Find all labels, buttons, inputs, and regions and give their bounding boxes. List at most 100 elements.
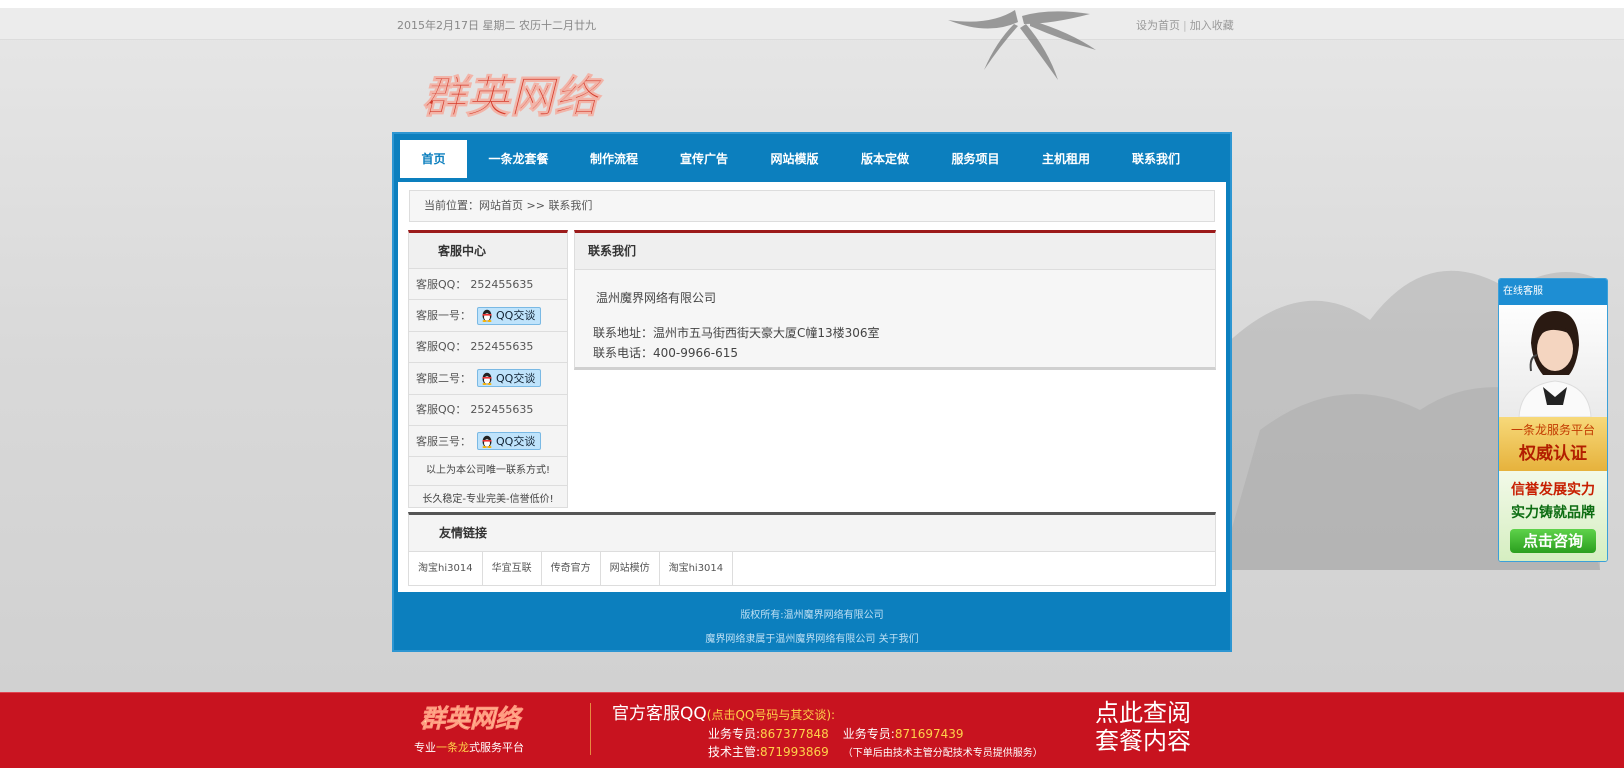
breadcrumb-separator: >>	[523, 199, 549, 212]
agent-avatar-icon	[1518, 311, 1592, 418]
tech-lead-row: 技术主管:871993869 （下单后由技术主管分配技术专员提供服务）	[708, 743, 1043, 760]
content-area: 当前位置：网站首页 >> 联系我们 客服中心 客服QQ： 252455635 客…	[398, 182, 1226, 592]
service-promo: 信誉发展实力 实力铸就品牌 点击咨询	[1499, 471, 1607, 561]
view-packages-link[interactable]: 点此查阅 套餐内容	[1095, 699, 1191, 755]
bottom-logo-text: 群英网络	[420, 704, 524, 733]
cta-line2: 套餐内容	[1095, 727, 1191, 755]
set-home-link[interactable]: 设为首页	[1136, 19, 1180, 32]
service-qq-row: 客服QQ： 252455635	[409, 269, 567, 301]
online-service-widget[interactable]: 在线客服 一条龙服务平台 权威认证 信誉发展实力 实力铸就品牌 点击咨询	[1498, 278, 1608, 562]
qq-penguin-icon	[482, 372, 492, 385]
slogan-prefix: 专业	[414, 741, 436, 754]
friend-link[interactable]: 淘宝hi3014	[660, 552, 734, 586]
qq-chat-label: QQ交谈	[496, 434, 536, 448]
service-qq-row: 客服QQ： 252455635	[409, 395, 567, 426]
qq-chat-label: QQ交谈	[496, 371, 536, 385]
qq-chat-button[interactable]: QQ交谈	[477, 306, 542, 325]
service-qq-label: 客服QQ：	[416, 403, 467, 417]
qq-penguin-icon	[482, 309, 492, 323]
official-qq-title: 官方客服QQ(点击QQ号码与其交谈):	[612, 699, 835, 724]
consult-button[interactable]: 点击咨询	[1510, 529, 1596, 553]
cta-line1: 点此查阅	[1095, 699, 1191, 727]
qq-penguin-icon	[482, 435, 492, 448]
qq-chat-button[interactable]: QQ交谈	[477, 432, 542, 451]
breadcrumb: 当前位置：网站首页 >> 联系我们	[409, 190, 1215, 222]
nav-item-custom[interactable]: 版本定做	[839, 140, 931, 178]
service-agent-photo	[1499, 305, 1607, 418]
site-logo: 群英网络	[422, 72, 605, 124]
contact-panel: 联系我们 温州魔界网络有限公司 联系地址：温州市五马街西街天豪大厦C幢13楼30…	[574, 230, 1216, 370]
contact-panel-title: 联系我们	[575, 233, 1215, 270]
service-promo-line1: 信誉发展实力	[1511, 482, 1595, 498]
bamboo-decoration	[948, 10, 1096, 80]
friend-link[interactable]: 网站模仿	[601, 552, 660, 586]
nav-item-package[interactable]: 一条龙套餐	[467, 140, 570, 178]
company-address: 联系地址：温州市五马街西街天豪大厦C幢13楼306室	[593, 326, 880, 340]
friend-links-title: 友情链接	[409, 515, 1215, 552]
service-agent-row: 客服二号： QQ交谈	[409, 363, 567, 395]
nav-item-hosting[interactable]: 主机租用	[1020, 140, 1112, 178]
service-badge-line2: 权威认证	[1519, 444, 1587, 464]
bottom-logo: 群英网络	[420, 704, 525, 734]
service-badge-line1: 一条龙服务平台	[1510, 423, 1595, 437]
bottom-divider	[590, 703, 591, 755]
friend-link[interactable]: 传奇官方	[542, 552, 601, 586]
rep2-qq-link[interactable]: 871697439	[895, 727, 964, 741]
link-separator: |	[1183, 19, 1187, 32]
bottom-service-bar: 群英网络 专业一条龙式服务平台 官方客服QQ(点击QQ号码与其交谈): 业务专员…	[0, 692, 1624, 768]
qq-chat-label: QQ交谈	[496, 309, 536, 323]
service-qq-row: 客服QQ： 252455635	[409, 332, 567, 364]
customer-service-title: 客服中心	[409, 233, 567, 269]
service-qq-number: 252455635	[470, 277, 534, 291]
friend-links-panel: 友情链接 淘宝hi3014 华宜互联 传奇官方 网站模仿 淘宝hi3014	[408, 512, 1216, 586]
service-promo-line2: 实力铸就品牌	[1511, 505, 1595, 521]
tech-label: 技术主管:	[708, 745, 761, 759]
contact-note: 以上为本公司唯一联系方式!	[409, 457, 567, 487]
company-phone: 联系电话：400-9966-615	[593, 346, 739, 360]
nav-item-services[interactable]: 服务项目	[931, 140, 1020, 178]
bottom-slogan: 专业一条龙式服务平台	[414, 739, 524, 755]
sales-rep-row: 业务专员:867377848 业务专员:871697439	[708, 725, 964, 742]
friend-link[interactable]: 淘宝hi3014	[409, 552, 483, 586]
main-frame: 首页 一条龙套餐 制作流程 宣传广告 网站模版 版本定做 服务项目 主机租用 联…	[392, 132, 1232, 652]
date-text: 2015年2月17日 星期二 农历十二月廿九	[397, 19, 596, 32]
site-footer: 版权所有:温州魔界网络有限公司 魔界网络隶属于温州魔界网络有限公司 关于我们	[394, 606, 1230, 645]
qq-chat-button[interactable]: QQ交谈	[477, 369, 542, 388]
tech-note: （下单后由技术主管分配技术专员提供服务）	[842, 748, 1043, 759]
nav-item-templates[interactable]: 网站模版	[750, 140, 839, 178]
breadcrumb-prefix: 当前位置：	[424, 199, 479, 212]
official-qq-hint: (点击QQ号码与其交谈):	[706, 708, 836, 722]
service-agent-label: 客服三号：	[416, 434, 471, 448]
logo-text: 群英网络	[422, 72, 604, 123]
rep1-qq-link[interactable]: 867377848	[760, 727, 829, 741]
breadcrumb-home-link[interactable]: 网站首页	[479, 199, 523, 212]
official-qq-label: 官方客服QQ	[612, 704, 707, 724]
service-qq-label: 客服QQ：	[416, 277, 467, 291]
friend-links-list: 淘宝hi3014 华宜互联 传奇官方 网站模仿 淘宝hi3014	[409, 552, 1215, 586]
service-agent-label: 客服一号：	[416, 309, 471, 323]
service-agent-row: 客服三号： QQ交谈	[409, 426, 567, 458]
service-qq-number: 252455635	[470, 340, 534, 354]
nav-item-home[interactable]: 首页	[400, 140, 467, 178]
main-nav: 首页 一条龙套餐 制作流程 宣传广告 网站模版 版本定做 服务项目 主机租用 联…	[400, 140, 1200, 178]
rep2-label: 业务专员:	[842, 727, 895, 741]
footer-company-text: 魔界网络隶属于温州魔界网络有限公司 关于我们	[705, 634, 919, 645]
nav-item-process[interactable]: 制作流程	[570, 140, 658, 178]
copyright-text: 版权所有:温州魔界网络有限公司	[740, 610, 884, 621]
contact-panel-body: 温州魔界网络有限公司 联系地址：温州市五马街西街天豪大厦C幢13楼306室 联系…	[575, 270, 1215, 373]
top-links: 设为首页 | 加入收藏	[1136, 17, 1234, 33]
slogan-suffix: 式服务平台	[469, 741, 524, 754]
nav-item-ads[interactable]: 宣传广告	[658, 140, 750, 178]
breadcrumb-current: 联系我们	[548, 199, 593, 212]
rep1-label: 业务专员:	[708, 727, 761, 741]
slogan-highlight: 一条龙	[436, 741, 469, 754]
service-badge: 一条龙服务平台 权威认证	[1499, 417, 1607, 471]
nav-item-contact[interactable]: 联系我们	[1112, 140, 1200, 178]
slogan-note: 长久稳定-专业完美-信誉低价!	[422, 494, 554, 506]
friend-link[interactable]: 华宜互联	[483, 552, 542, 586]
service-agent-row: 客服一号： QQ交谈	[409, 300, 567, 332]
service-agent-label: 客服二号：	[416, 371, 471, 385]
tech-qq-link[interactable]: 871993869	[760, 745, 829, 759]
add-favorite-link[interactable]: 加入收藏	[1190, 19, 1234, 32]
top-bar: 2015年2月17日 星期二 农历十二月廿九 设为首页 | 加入收藏	[0, 8, 1624, 40]
